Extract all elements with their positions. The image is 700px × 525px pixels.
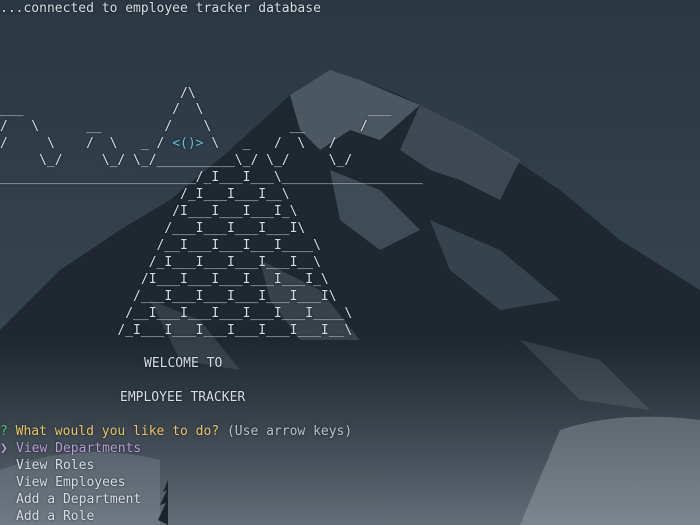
prompt-line: ? What would you like to do? (Use arrow … [0, 423, 352, 440]
status-line: ...connected to employee tracker databas… [0, 1, 321, 16]
ascii-art-line: /\ [0, 86, 196, 101]
ascii-art-line: /__I___I___I___I____\ [0, 238, 321, 253]
eye-icon: <()> [172, 136, 204, 151]
welcome-line: WELCOME TO [144, 356, 223, 371]
terminal-window: ...connected to employee tracker databas… [0, 0, 700, 525]
question-mark-icon: ? [0, 424, 8, 439]
ascii-art-line: /_I___I___I__\ [0, 187, 290, 202]
ascii-art-line: /I___I___I___I_\ [0, 204, 298, 219]
option-view-employees[interactable]: View Employees [16, 474, 126, 491]
option-add-role[interactable]: Add a Role [16, 508, 94, 525]
ascii-art-line: / \ __ / \ __ / [0, 119, 368, 134]
ascii-art-line: /___I___I___I___I\ [0, 221, 306, 236]
ascii-art-line: /_I___I___I___I___I__\ [0, 255, 321, 270]
ascii-art-line: _________________________/_I___I___\____… [0, 170, 423, 185]
prompt-hint: (Use arrow keys) [226, 424, 353, 439]
ascii-art-line: /_I___I___I___I___I___I___I__\ [0, 323, 353, 338]
selection-pointer-icon: ❯ [0, 441, 8, 456]
app-title: EMPLOYEE TRACKER [120, 390, 246, 405]
ascii-art-eye-suffix: \ _ / \ / [203, 136, 337, 151]
ascii-art-line: /I___I___I___I___I___I_\ [0, 272, 329, 287]
ascii-art-eye-prefix: / \ / \ _ / [0, 136, 173, 151]
ascii-art-line: /__I___I___I___I___I___I____\ [0, 306, 353, 321]
ascii-art-line: ___ / \ ___ [0, 102, 392, 117]
option-add-department[interactable]: Add a Department [16, 491, 141, 508]
ascii-art-eye-line: / \ / \ _ / <()> \ _ / \ / [0, 135, 337, 152]
ascii-art-line: /___I___I___I___I___I___I\ [0, 289, 337, 304]
option-view-departments[interactable]: View Departments [16, 440, 141, 457]
ascii-art-line: \_/ \_/ \_/__________\_/ \_/ \_/ [0, 153, 353, 168]
option-view-roles[interactable]: View Roles [16, 457, 94, 474]
prompt-question: What would you like to do? [15, 424, 220, 439]
